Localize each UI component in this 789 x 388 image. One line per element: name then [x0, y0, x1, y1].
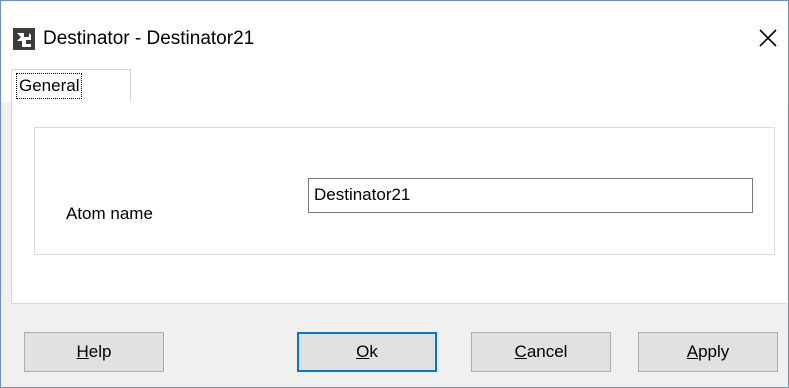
cancel-button-label: Cancel — [514, 342, 568, 361]
cancel-button[interactable]: Cancel — [471, 332, 611, 372]
apply-button[interactable]: Apply — [638, 332, 778, 372]
tab-strip: General — [1, 65, 788, 103]
tab-content-panel: Atom name — [11, 102, 787, 304]
close-button[interactable] — [753, 23, 783, 53]
tab-general-label: General — [16, 73, 83, 99]
button-bar: Help Ok Cancel Apply — [1, 304, 788, 387]
window-title: Destinator - Destinator21 — [43, 28, 255, 49]
destinator-app-icon — [13, 28, 35, 50]
title-bar[interactable]: Destinator - Destinator21 — [1, 1, 788, 65]
help-button-label: Help — [76, 342, 112, 361]
ok-button-label: Ok — [356, 342, 378, 361]
apply-button-label: Apply — [686, 342, 730, 361]
ok-button[interactable]: Ok — [297, 332, 437, 372]
help-button[interactable]: Help — [24, 332, 164, 372]
close-icon — [759, 29, 777, 47]
atom-name-label: Atom name — [66, 204, 153, 223]
settings-group-box: Atom name — [34, 127, 775, 255]
tab-general[interactable]: General — [11, 69, 131, 103]
atom-name-input[interactable] — [308, 178, 753, 213]
dialog-window: Destinator - Destinator21 General Atom n… — [0, 0, 789, 388]
